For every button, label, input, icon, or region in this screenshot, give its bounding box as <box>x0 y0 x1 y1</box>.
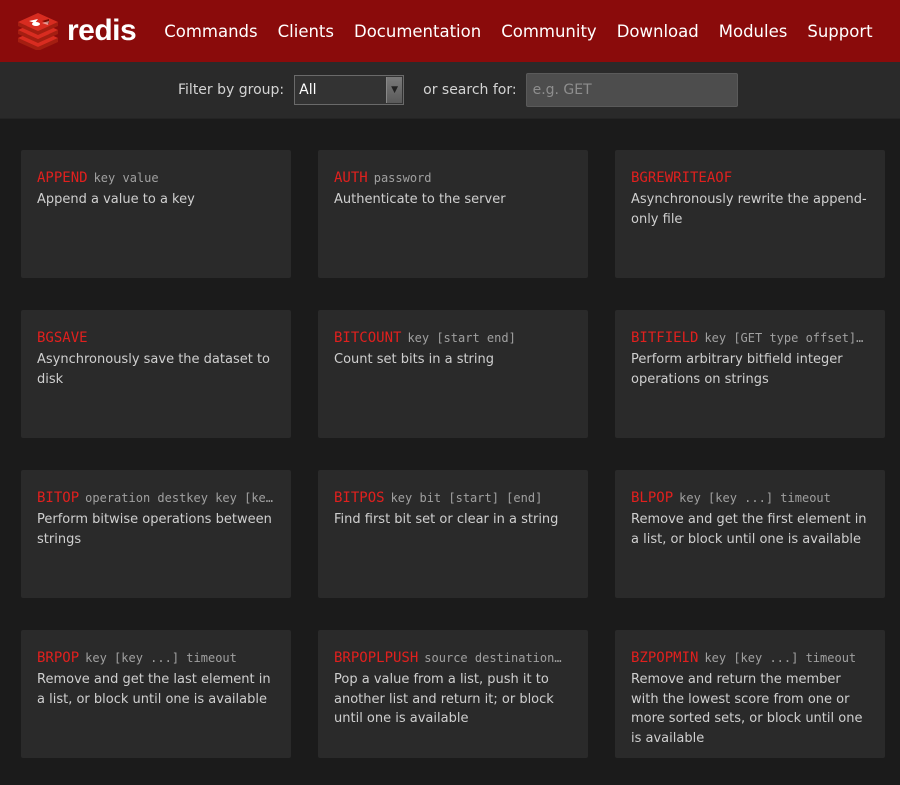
command-card-brpop[interactable]: BRPOP key [key ...] timeout Remove and ge… <box>21 630 291 758</box>
redis-cube-icon <box>18 13 58 50</box>
command-name[interactable]: BGREWRITEAOF <box>631 170 732 186</box>
chevron-down-icon[interactable]: ▼ <box>386 77 403 103</box>
command-card-bgrewriteaof[interactable]: BGREWRITEAOF Asynchronously rewrite the … <box>615 150 885 278</box>
main-nav: Commands Clients Documentation Community… <box>164 22 872 41</box>
nav-link-community[interactable]: Community <box>501 22 597 41</box>
search-input[interactable] <box>525 73 738 107</box>
command-name[interactable]: BITCOUNT <box>334 330 401 346</box>
command-card-bzpopmin[interactable]: BZPOPMIN key [key ...] timeout Remove and… <box>615 630 885 758</box>
command-args: key bit [start] [end] <box>390 491 543 505</box>
nav-link-documentation[interactable]: Documentation <box>354 22 481 41</box>
command-summary: Authenticate to the server <box>334 192 506 207</box>
command-name[interactable]: BGSAVE <box>37 330 88 346</box>
command-card-bgsave[interactable]: BGSAVE Asynchronously save the dataset t… <box>21 310 291 438</box>
command-card-brpoplpush[interactable]: BRPOPLPUSH source destination… Pop a valu… <box>318 630 588 758</box>
command-args: source destination… <box>424 651 562 665</box>
command-name[interactable]: BRPOP <box>37 650 79 666</box>
command-summary: Append a value to a key <box>37 192 195 207</box>
command-args: key value <box>93 171 159 185</box>
command-card-bitpos[interactable]: BITPOS key bit [start] [end] Find first b… <box>318 470 588 598</box>
command-summary: Perform arbitrary bitfield integer opera… <box>631 352 843 387</box>
command-args: key [key ...] timeout <box>704 651 857 665</box>
group-select[interactable]: All ▼ <box>294 75 405 105</box>
command-summary: Remove and get the last element in a lis… <box>37 672 271 707</box>
top-navigation-bar: redis Commands Clients Documentation Com… <box>0 0 900 62</box>
command-name[interactable]: BLPOP <box>631 490 673 506</box>
filter-bar: Filter by group: All ▼ or search for: <box>0 62 900 119</box>
group-select-value: All <box>299 82 317 98</box>
command-summary: Remove and get the first element in a li… <box>631 512 867 547</box>
command-card-bitfield[interactable]: BITFIELD key [GET type offset]… Perform a… <box>615 310 885 438</box>
nav-link-download[interactable]: Download <box>617 22 699 41</box>
command-args: operation destkey key [ke… <box>85 491 273 505</box>
command-card-bitcount[interactable]: BITCOUNT key [start end] Count set bits i… <box>318 310 588 438</box>
command-card-blpop[interactable]: BLPOP key [key ...] timeout Remove and ge… <box>615 470 885 598</box>
command-name[interactable]: APPEND <box>37 170 88 186</box>
filter-group-label: Filter by group: <box>178 82 285 98</box>
command-args: key [start end] <box>407 331 516 345</box>
nav-link-commands[interactable]: Commands <box>164 22 257 41</box>
command-name[interactable]: BZPOPMIN <box>631 650 698 666</box>
nav-link-support[interactable]: Support <box>807 22 872 41</box>
command-args: key [key ...] timeout <box>85 651 237 665</box>
command-name[interactable]: BRPOPLPUSH <box>334 650 418 666</box>
command-name[interactable]: AUTH <box>334 170 368 186</box>
command-summary: Remove and return the member with the lo… <box>631 672 863 746</box>
command-summary: Count set bits in a string <box>334 352 495 367</box>
command-name[interactable]: BITPOS <box>334 490 385 506</box>
command-card-auth[interactable]: AUTH password Authenticate to the server <box>318 150 588 278</box>
command-summary: Pop a value from a list, push it to anot… <box>334 672 554 726</box>
command-args: password <box>373 171 432 185</box>
command-card-append[interactable]: APPEND key value Append a value to a key <box>21 150 291 278</box>
command-summary: Asynchronously rewrite the append-only f… <box>631 192 867 227</box>
logo-text: redis <box>67 14 137 47</box>
command-args: key [GET type offset]… <box>704 331 864 345</box>
command-card-bitop[interactable]: BITOP operation destkey key [ke… Perform … <box>21 470 291 598</box>
nav-link-modules[interactable]: Modules <box>719 22 788 41</box>
search-label: or search for: <box>423 82 517 98</box>
command-grid: APPEND key value Append a value to a key … <box>21 150 885 758</box>
command-summary: Perform bitwise operations between strin… <box>37 512 272 547</box>
command-args: key [key ...] timeout <box>679 491 831 505</box>
command-name[interactable]: BITOP <box>37 490 79 506</box>
command-name[interactable]: BITFIELD <box>631 330 698 346</box>
redis-logo[interactable]: redis <box>15 12 137 50</box>
command-summary: Find first bit set or clear in a string <box>334 512 559 527</box>
command-summary: Asynchronously save the dataset to disk <box>37 352 271 387</box>
nav-link-clients[interactable]: Clients <box>278 22 334 41</box>
